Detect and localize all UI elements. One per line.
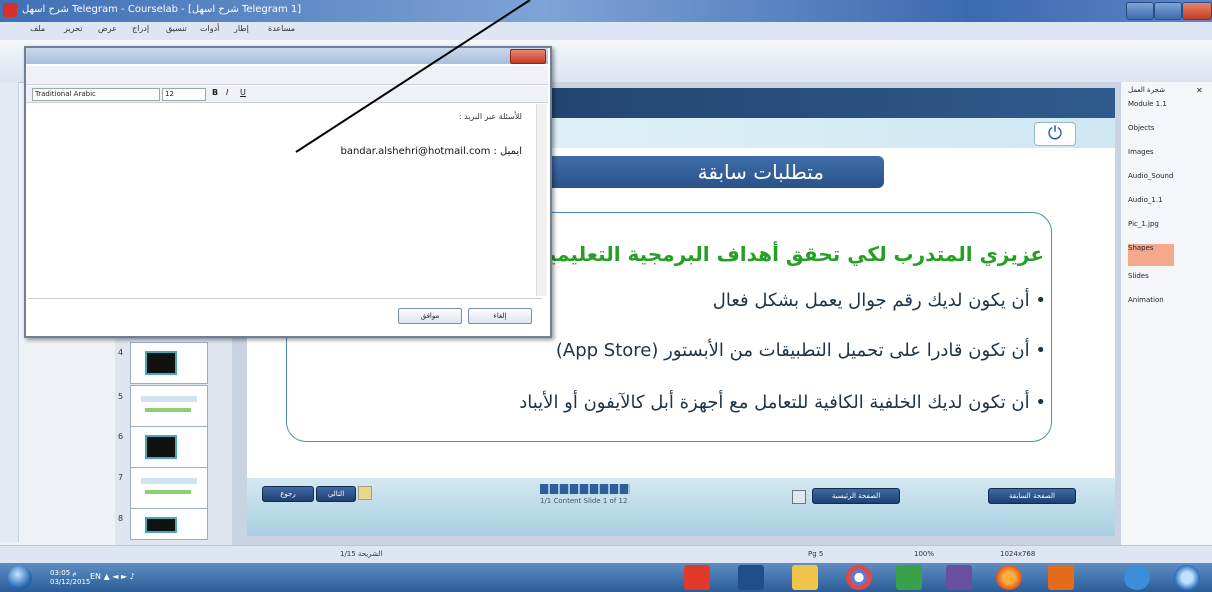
arrow-icon[interactable]: [358, 486, 372, 500]
menu-item-insert[interactable]: إدراج: [132, 24, 149, 33]
left-rail: [0, 82, 19, 542]
slide-thumbnail[interactable]: [130, 342, 208, 384]
italic-icon[interactable]: I: [226, 88, 228, 97]
system-tray[interactable]: EN ▲ ◄ ► ♪: [90, 572, 135, 581]
player-taskbar-icon[interactable]: [1048, 565, 1074, 590]
menu-item-file[interactable]: ملف: [30, 24, 45, 33]
status-zoom: 100%: [914, 550, 935, 558]
menu-item-format[interactable]: تنسيق: [166, 24, 187, 33]
tree-item[interactable]: Animation: [1128, 296, 1164, 304]
progress-strip: [540, 484, 630, 494]
media-taskbar-icon[interactable]: [946, 565, 972, 590]
courselab-taskbar-icon[interactable]: [684, 565, 710, 590]
slide-thumbnail[interactable]: [130, 508, 208, 540]
menu-item-edit[interactable]: تحرير: [64, 24, 82, 33]
app-icon: [3, 3, 17, 17]
tree-item[interactable]: Slides: [1128, 272, 1149, 280]
thumbnail-number: 4: [118, 348, 124, 357]
note-line: للأسئلة عبر البريد :: [458, 112, 522, 121]
dialog-toolbar: [26, 66, 548, 85]
underline-icon[interactable]: U: [240, 88, 246, 97]
panel-close-icon[interactable]: ✕: [1196, 86, 1203, 95]
minimize-button[interactable]: [1126, 2, 1154, 20]
next-button[interactable]: التالي: [316, 486, 356, 502]
bold-icon[interactable]: B: [212, 88, 218, 97]
progress-caption: 1/1 Content Slide 1 of 12: [540, 497, 628, 505]
dialog-divider: [28, 298, 542, 299]
slide-thumbnail[interactable]: [130, 426, 208, 468]
menu-bar: ملف تحرير عرض إدراج تنسيق أدوات إطار مسا…: [0, 22, 1212, 41]
thumbnail-number: 7: [118, 473, 124, 482]
window-title: شرح اسهل Telegram - Courselab - [شرح اسه…: [22, 4, 302, 15]
font-family-select[interactable]: Traditional Arabic: [32, 88, 160, 101]
internet-explorer-taskbar-icon[interactable]: [1124, 565, 1150, 590]
cancel-button[interactable]: إلغاء: [468, 308, 532, 324]
maximize-button[interactable]: [1154, 2, 1182, 20]
dialog-titlebar: [26, 48, 548, 64]
dialog-scrollbar[interactable]: [536, 104, 547, 296]
intro-text: عزيزي المتدرب لكي تحقق أهداف البرمجية ال…: [486, 242, 1044, 266]
status-slide-count: الشريحة 1/15: [340, 550, 383, 558]
bullet-item: • أن تكون قادرا على تحميل التطبيقات من ا…: [555, 340, 1046, 361]
ok-button[interactable]: موافق: [398, 308, 462, 324]
tree-item-selected[interactable]: Shapes: [1128, 244, 1174, 266]
back-button[interactable]: رجوع: [262, 486, 314, 502]
home-icon[interactable]: [792, 490, 806, 504]
slide-thumbnail[interactable]: [130, 385, 208, 427]
menu-item-frame[interactable]: إطار: [234, 24, 249, 33]
status-resolution: 1024x768: [1000, 550, 1036, 558]
firefox-taskbar-icon[interactable]: [996, 565, 1022, 590]
taskbar-clock: 03:05 م 03/12/2015: [50, 569, 91, 586]
status-page: Pg 5: [808, 550, 824, 558]
bullet-item: • أن يكون لديك رقم جوال يعمل بشكل فعال: [712, 290, 1046, 311]
browser-taskbar-icon[interactable]: [1174, 565, 1200, 590]
email-line: ايميل : bandar.alshehri@hotmail.com: [340, 146, 522, 157]
menu-item-view[interactable]: عرض: [98, 24, 117, 33]
tree-item[interactable]: Audio_1.1: [1128, 196, 1163, 204]
menu-item-help[interactable]: مساعدة: [268, 24, 295, 33]
menu-item-tools[interactable]: أدوات: [200, 24, 219, 33]
bullet-item: • أن تكون لديك الخلفية الكافية للتعامل م…: [519, 392, 1046, 413]
home-page-button[interactable]: الصفحة الرئيسية: [812, 488, 900, 504]
tree-item[interactable]: Images: [1128, 148, 1154, 156]
close-button[interactable]: [1182, 2, 1212, 20]
slide-bottom-bar: [247, 478, 1115, 536]
font-size-select[interactable]: 12: [162, 88, 206, 101]
slide-title: متطلبات سابقة: [548, 156, 884, 188]
dialog-close-button[interactable]: [510, 49, 546, 64]
app-taskbar-icon[interactable]: [896, 565, 922, 590]
thumbnail-number: 8: [118, 514, 124, 523]
status-bar: الشريحة 1/15 Pg 5 100% 1024x768: [0, 545, 1212, 564]
previous-page-button[interactable]: الصفحة السابقة: [988, 488, 1076, 504]
tree-item[interactable]: Objects: [1128, 124, 1154, 132]
photoshop-taskbar-icon[interactable]: [738, 565, 764, 590]
tree-item[interactable]: Audio_Sound: [1128, 172, 1173, 180]
start-button[interactable]: [8, 566, 32, 590]
dialog-text-area[interactable]: [28, 104, 540, 296]
slide-thumbnail[interactable]: [130, 467, 208, 509]
thumbnail-number: 5: [118, 392, 124, 401]
tree-item[interactable]: Module 1.1: [1128, 100, 1167, 108]
power-icon[interactable]: ⏻: [1034, 122, 1076, 146]
tree-item[interactable]: Pic_1.jpg: [1128, 220, 1159, 228]
chrome-taskbar-icon[interactable]: [846, 565, 872, 590]
taskbar: [0, 563, 1212, 592]
tree-panel-title: شجرة العمل: [1128, 86, 1165, 94]
thumbnail-number: 6: [118, 432, 124, 441]
folder-taskbar-icon[interactable]: [792, 565, 818, 590]
